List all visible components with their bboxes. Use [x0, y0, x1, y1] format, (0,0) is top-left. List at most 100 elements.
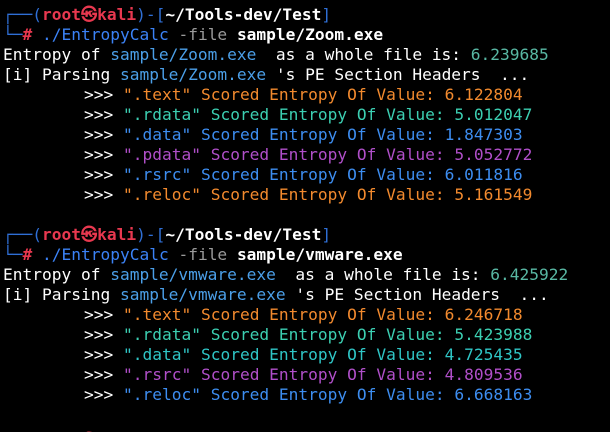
section-label: Scored Entropy Of Value:: [200, 325, 455, 344]
command-line[interactable]: └─# ./EntropyCalc -file sample/Zoom.exe: [0, 25, 610, 45]
section-row: >>> ".pdata" Scored Entropy Of Value: 5.…: [0, 145, 610, 165]
section-label: Scored Entropy Of Value:: [200, 105, 455, 124]
section-value: 4.725435: [444, 345, 523, 364]
section-label: Scored Entropy Of Value:: [191, 125, 445, 144]
command-flag: -file: [178, 25, 228, 44]
parsing-line: [i] Parsing sample/Zoom.exe 's PE Sectio…: [0, 65, 610, 85]
section-value: 5.161549: [454, 185, 533, 204]
command-name: ./EntropyCalc: [42, 25, 169, 44]
prompt-box-top: ┌──(: [3, 225, 42, 244]
section-label: Scored Entropy Of Value:: [191, 85, 445, 104]
prompt-path: ~/Tools-dev/Test: [165, 225, 322, 244]
prompt-box-end: ]: [321, 5, 332, 24]
prompt-box-end: ]: [321, 225, 332, 244]
prompt-box-mid: )-[: [136, 225, 166, 244]
section-row: >>> ".rsrc" Scored Entropy Of Value: 4.8…: [0, 365, 610, 385]
section-marker: >>>: [84, 345, 123, 364]
command-file-arg: sample/vmware.exe: [236, 245, 403, 264]
section-name: ".data": [122, 345, 192, 364]
section-value: 5.423988: [454, 325, 533, 344]
section-name: ".rsrc": [122, 365, 192, 384]
section-name: ".data": [122, 125, 192, 144]
section-name: ".rsrc": [122, 165, 192, 184]
parse-file-name: sample/Zoom.exe: [119, 65, 267, 84]
whole-mid: as a whole file is:: [275, 265, 491, 284]
section-row: >>> ".reloc" Scored Entropy Of Value: 6.…: [0, 385, 610, 405]
section-row: >>> ".rsrc" Scored Entropy Of Value: 6.0…: [0, 165, 610, 185]
parse-suffix: 's PE Section Headers ...: [266, 65, 530, 84]
command-line[interactable]: └─# ./EntropyCalc -file sample/vmware.ex…: [0, 245, 610, 265]
whole-value: 6.425922: [490, 265, 569, 284]
prompt-line-partial: ┌──(root㉿kali)-[~/Tools-dev/Test]: [0, 425, 610, 432]
section-value: 6.011816: [444, 165, 523, 184]
section-value: 4.809536: [444, 365, 523, 384]
whole-file-entropy-line: Entropy of sample/Zoom.exe as a whole fi…: [0, 45, 610, 65]
prompt-box-bottom: └─: [3, 25, 23, 44]
section-row: >>> ".data" Scored Entropy Of Value: 4.7…: [0, 345, 610, 365]
parse-file-name: sample/vmware.exe: [119, 285, 286, 304]
section-label: Scored Entropy Of Value:: [191, 305, 445, 324]
parse-suffix: 's PE Section Headers ...: [285, 285, 549, 304]
section-row: >>> ".rdata" Scored Entropy Of Value: 5.…: [0, 105, 610, 125]
command-name: ./EntropyCalc: [42, 245, 169, 264]
section-name: ".reloc": [122, 185, 201, 204]
whole-prefix: Entropy of: [3, 45, 111, 64]
section-name: ".text": [122, 305, 192, 324]
command-file-arg: sample/Zoom.exe: [236, 25, 384, 44]
section-label: Scored Entropy Of Value:: [200, 145, 455, 164]
section-name: ".rdata": [122, 325, 201, 344]
section-marker: >>>: [84, 85, 123, 104]
section-value: 1.847303: [444, 125, 523, 144]
prompt-hash: #: [22, 245, 33, 264]
whole-prefix: Entropy of: [3, 265, 111, 284]
whole-file-name: sample/Zoom.exe: [110, 45, 257, 64]
section-marker: >>>: [84, 165, 123, 184]
whole-file-entropy-line: Entropy of sample/vmware.exe as a whole …: [0, 265, 610, 285]
prompt-box-mid: )-[: [136, 5, 166, 24]
section-marker: >>>: [84, 325, 123, 344]
section-label: Scored Entropy Of Value:: [191, 365, 445, 384]
section-marker: >>>: [84, 185, 123, 204]
section-row: >>> ".text" Scored Entropy Of Value: 6.2…: [0, 305, 610, 325]
section-marker: >>>: [84, 105, 123, 124]
skull-icon: ㉿: [80, 225, 98, 244]
prompt-line-top: ┌──(root㉿kali)-[~/Tools-dev/Test]: [0, 5, 610, 25]
section-name: ".rdata": [122, 105, 201, 124]
section-marker: >>>: [84, 305, 123, 324]
prompt-host: kali: [97, 5, 137, 24]
prompt-hash: #: [22, 25, 33, 44]
section-marker: >>>: [84, 385, 123, 404]
section-value: 6.668163: [454, 385, 533, 404]
prompt-user: root: [41, 225, 81, 244]
prompt-user: root: [41, 5, 81, 24]
section-row: >>> ".rdata" Scored Entropy Of Value: 5.…: [0, 325, 610, 345]
section-name: ".pdata": [122, 145, 201, 164]
prompt-path: ~/Tools-dev/Test: [165, 5, 322, 24]
section-marker: >>>: [84, 145, 123, 164]
whole-mid: as a whole file is:: [256, 45, 471, 64]
section-value: 6.246718: [444, 305, 523, 324]
section-label: Scored Entropy Of Value:: [191, 345, 445, 364]
parse-prefix: [i] Parsing: [3, 285, 120, 304]
section-label: Scored Entropy Of Value:: [191, 165, 445, 184]
section-marker: >>>: [84, 365, 123, 384]
terminal-window[interactable]: ┌──(root㉿kali)-[~/Tools-dev/Test] └─# ./…: [0, 0, 610, 432]
skull-icon: ㉿: [80, 5, 98, 24]
section-row: >>> ".reloc" Scored Entropy Of Value: 5.…: [0, 185, 610, 205]
section-value: 6.122804: [444, 85, 523, 104]
command-flag: -file: [178, 245, 228, 264]
section-value: 5.012047: [454, 105, 533, 124]
whole-file-name: sample/vmware.exe: [110, 265, 276, 284]
section-label: Scored Entropy Of Value:: [200, 185, 455, 204]
prompt-line-top: ┌──(root㉿kali)-[~/Tools-dev/Test]: [0, 225, 610, 245]
section-row: >>> ".text" Scored Entropy Of Value: 6.1…: [0, 85, 610, 105]
section-label: Scored Entropy Of Value:: [200, 385, 455, 404]
section-name: ".text": [122, 85, 192, 104]
whole-value: 6.239685: [470, 45, 549, 64]
section-row: >>> ".data" Scored Entropy Of Value: 1.8…: [0, 125, 610, 145]
parse-prefix: [i] Parsing: [3, 65, 120, 84]
prompt-host: kali: [97, 225, 137, 244]
parsing-line: [i] Parsing sample/vmware.exe 's PE Sect…: [0, 285, 610, 305]
